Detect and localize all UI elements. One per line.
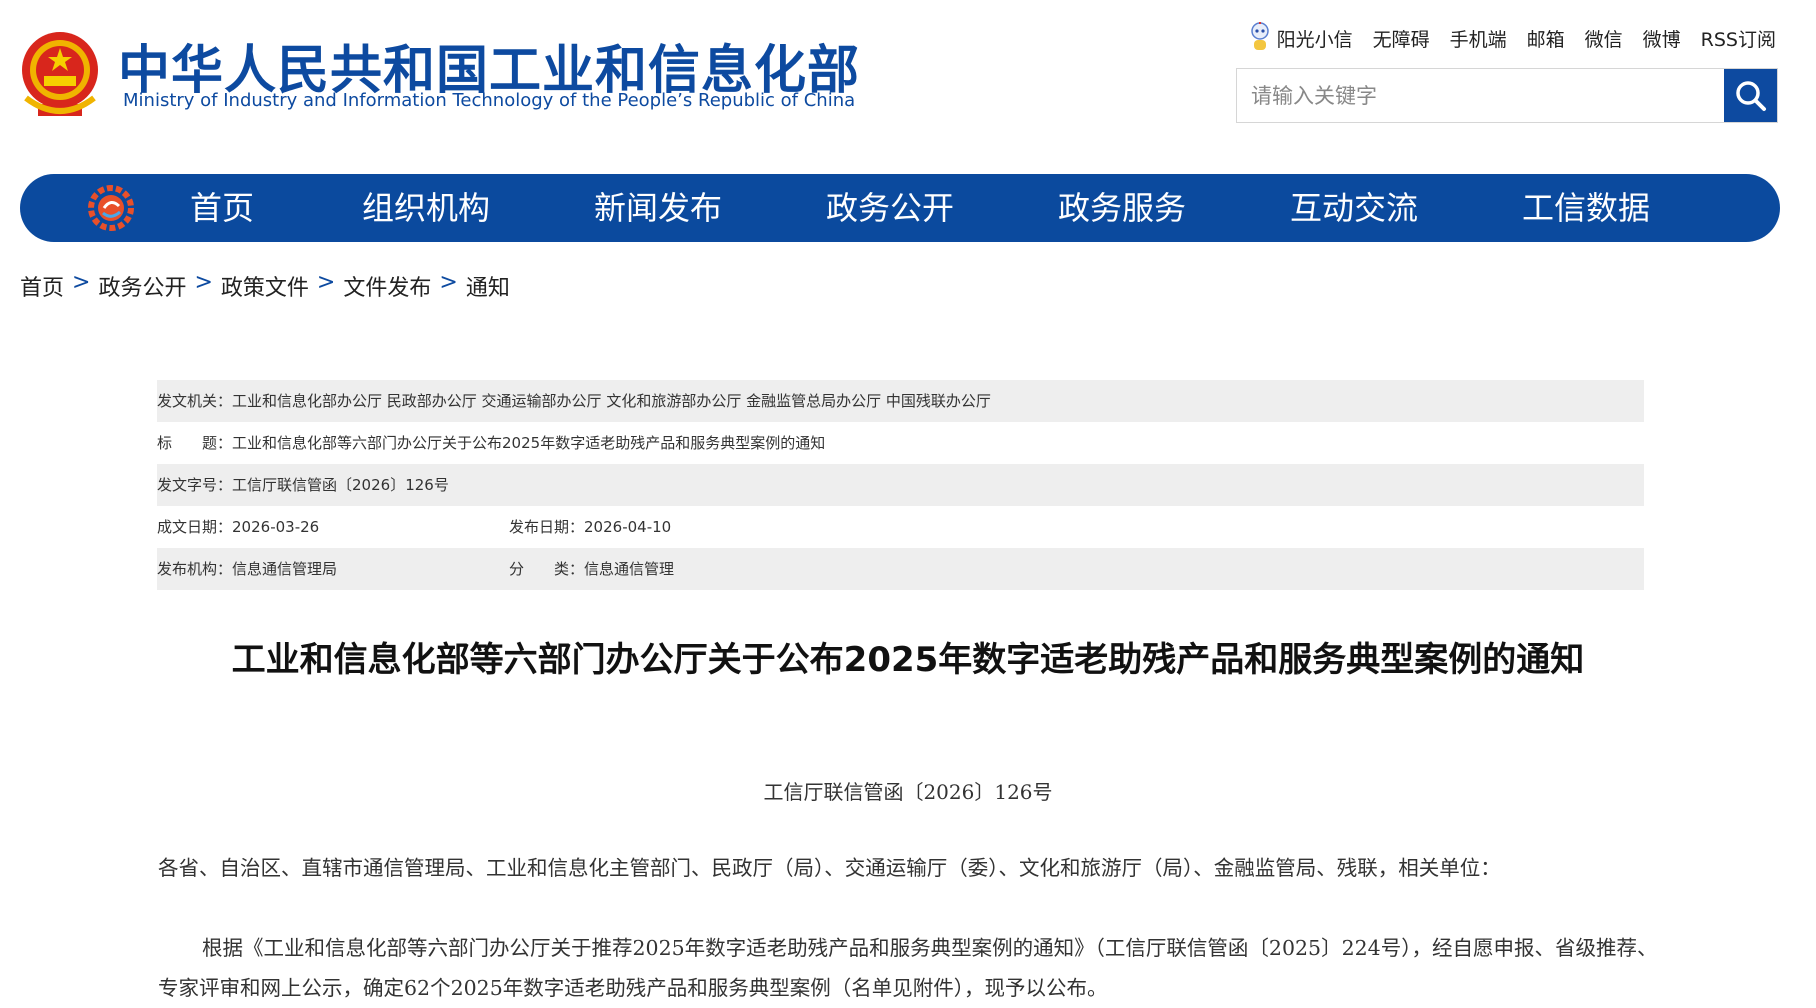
info-row-title: 标 题： 工业和信息化部等六部门办公厅关于公布2025年数字适老助残产品和服务典… xyxy=(157,422,1644,464)
search-box xyxy=(1236,68,1778,123)
breadcrumb-home[interactable]: 首页 xyxy=(20,270,64,302)
category-value: 信息通信管理 xyxy=(584,560,675,578)
info-row-dates: 成文日期： 2026-03-26 发布日期： 2026-04-10 xyxy=(157,506,1644,548)
site-title-en[interactable]: Ministry of Industry and Information Tec… xyxy=(123,90,855,111)
link-weibo[interactable]: 微博 xyxy=(1643,25,1681,52)
article-paragraph: 根据《工业和信息化部等六部门办公厅关于推荐2025年数字适老助残产品和服务典型案… xyxy=(158,936,1658,1000)
docno-value: 工信厅联信管函〔2026〕126号 xyxy=(232,476,449,494)
breadcrumb-separator: > xyxy=(316,270,336,295)
nav-news[interactable]: 新闻发布 xyxy=(594,174,722,242)
link-rss[interactable]: RSS订阅 xyxy=(1701,25,1776,52)
nav-interaction[interactable]: 互动交流 xyxy=(1290,174,1418,242)
breadcrumb-separator: > xyxy=(439,270,458,295)
search-icon xyxy=(1735,80,1766,111)
breadcrumb-file-release[interactable]: 文件发布 xyxy=(343,270,431,302)
ministry-gear-logo-icon[interactable] xyxy=(86,184,136,232)
link-wechat[interactable]: 微信 xyxy=(1585,25,1623,52)
main-nav: 首页 组织机构 新闻发布 政务公开 政务服务 互动交流 工信数据 xyxy=(20,174,1780,242)
published-date-label: 发布日期： xyxy=(509,518,585,536)
info-row-org-category: 发布机构： 信息通信管理局 分 类： 信息通信管理 xyxy=(157,548,1644,590)
category-label: 分 类： xyxy=(509,560,585,578)
search-button[interactable] xyxy=(1724,69,1777,122)
article-doc-number: 工信厅联信管函〔2026〕126号 xyxy=(763,780,1053,804)
org-label: 发布机构： xyxy=(157,560,233,578)
nav-organization[interactable]: 组织机构 xyxy=(362,174,490,242)
article-salutation: 各省、自治区、直辖市通信管理局、工业和信息化主管部门、民政厅（局）、交通运输厅（… xyxy=(158,856,1501,880)
docno-label: 发文字号： xyxy=(157,476,233,494)
breadcrumb-separator: > xyxy=(194,270,213,295)
issuer-label: 发文机关： xyxy=(157,392,233,410)
robot-assistant-icon[interactable] xyxy=(1249,22,1271,54)
created-date-label: 成文日期： xyxy=(157,518,233,536)
breadcrumb-separator: > xyxy=(72,270,91,295)
link-mobile[interactable]: 手机端 xyxy=(1450,25,1507,52)
search-input[interactable] xyxy=(1237,69,1717,122)
nav-home[interactable]: 首页 xyxy=(190,174,254,242)
published-date-value: 2026-04-10 xyxy=(584,518,672,536)
breadcrumb: 首页 > 政务公开 > 政策文件 > 文件发布 > 通知 xyxy=(20,270,510,302)
link-sunshine-xiaoxin[interactable]: 阳光小信 xyxy=(1277,25,1353,52)
nav-government-affairs[interactable]: 政务公开 xyxy=(826,174,954,242)
site-header: 中华人民共和国工业和信息化部 Ministry of Industry and … xyxy=(0,0,1816,170)
issuer-value: 工业和信息化部办公厅 民政部办公厅 交通运输部办公厅 文化和旅游部办公厅 金融监… xyxy=(232,392,991,410)
national-emblem-icon[interactable] xyxy=(20,28,100,120)
link-accessibility[interactable]: 无障碍 xyxy=(1373,25,1430,52)
created-date-value: 2026-03-26 xyxy=(232,518,320,536)
info-row-issuer: 发文机关： 工业和信息化部办公厅 民政部办公厅 交通运输部办公厅 文化和旅游部办… xyxy=(157,380,1644,422)
top-links: 阳光小信 无障碍 手机端 邮箱 微信 微博 RSS订阅 xyxy=(1249,22,1776,54)
article-title: 工业和信息化部等六部门办公厅关于公布2025年数字适老助残产品和服务典型案例的通… xyxy=(231,640,1585,680)
title-label: 标 题： xyxy=(157,434,233,452)
nav-government-services[interactable]: 政务服务 xyxy=(1058,174,1186,242)
org-value: 信息通信管理局 xyxy=(232,560,338,578)
breadcrumb-notice[interactable]: 通知 xyxy=(466,270,510,302)
nav-data[interactable]: 工信数据 xyxy=(1522,174,1650,242)
info-row-doc-number: 发文字号： 工信厅联信管函〔2026〕126号 xyxy=(157,464,1644,506)
breadcrumb-policy-documents[interactable]: 政策文件 xyxy=(221,270,309,302)
link-mailbox[interactable]: 邮箱 xyxy=(1527,25,1565,52)
title-value: 工业和信息化部等六部门办公厅关于公布2025年数字适老助残产品和服务典型案例的通… xyxy=(232,434,826,452)
document-info-table: 发文机关： 工业和信息化部办公厅 民政部办公厅 交通运输部办公厅 文化和旅游部办… xyxy=(157,380,1644,590)
breadcrumb-government-affairs[interactable]: 政务公开 xyxy=(98,270,186,302)
